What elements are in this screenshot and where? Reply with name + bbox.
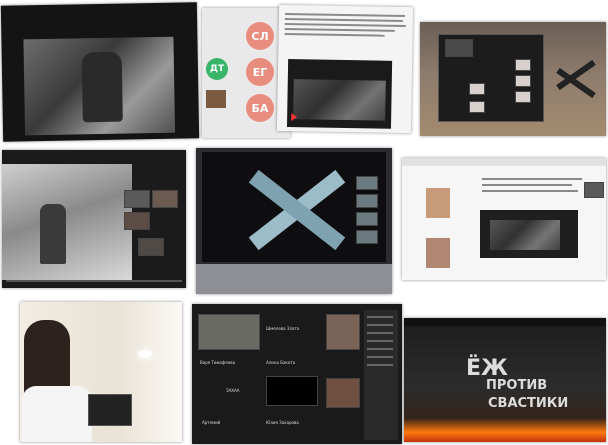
student-body: [22, 386, 92, 442]
tile-gallery-call: Шмелева Злата Варя Тимофеева Алина Бакот…: [192, 304, 402, 444]
tile-student-laptop: [20, 302, 182, 442]
participant-name: Алина Бакота: [266, 360, 296, 365]
poster-title-line2: ПРОТИВ: [486, 378, 548, 393]
participant-list[interactable]: [364, 310, 398, 440]
presenter-thumb-2: [426, 238, 450, 268]
tile-video-conference-battlefield: [420, 22, 606, 136]
soldier-figure: [81, 51, 123, 123]
flames: [404, 418, 606, 442]
participant-name: ЗАХАА: [226, 388, 240, 393]
participant-thumb: [206, 90, 226, 108]
laptop-icon: [88, 394, 132, 426]
conference-window: [438, 34, 544, 122]
participant-name: Варя Тимофеева: [200, 360, 236, 365]
tile-laptop-hedgehog: [196, 148, 392, 294]
avatar: БА: [246, 94, 274, 122]
tile-archive-photo-screen: [0, 2, 200, 142]
video-player[interactable]: [286, 59, 393, 129]
avatar: ЕГ: [246, 58, 274, 86]
participant-tile: [326, 378, 360, 408]
shared-video[interactable]: [480, 210, 578, 258]
tile-presentation-call: [402, 158, 606, 280]
participant-name: Юлия Захарова: [266, 420, 299, 425]
tile-winter-archive-call: [2, 150, 186, 288]
avatar: ДТ: [206, 58, 228, 80]
participant-tile: [266, 376, 318, 406]
presenter-thumb: [426, 188, 450, 218]
poster-title-line3: СВАСТИКИ: [488, 396, 569, 411]
participant-tile: [326, 314, 360, 350]
participant-name: Артемий: [202, 420, 221, 425]
laptop-screen: [202, 152, 386, 262]
participant-tile: [198, 314, 260, 350]
participant-name: Шмелева Злата: [266, 326, 300, 331]
avatar: СЛ: [246, 22, 274, 50]
tile-hedgehog-vs-swastika: ЁЖ ПРОТИВ СВАСТИКИ: [404, 318, 606, 442]
lamp-icon: [138, 350, 152, 358]
play-icon[interactable]: [291, 113, 298, 122]
tile-document-video: [276, 4, 414, 134]
archive-photo-winter: [2, 164, 132, 280]
progress-track[interactable]: [6, 280, 182, 282]
laptop-base: [196, 264, 392, 294]
